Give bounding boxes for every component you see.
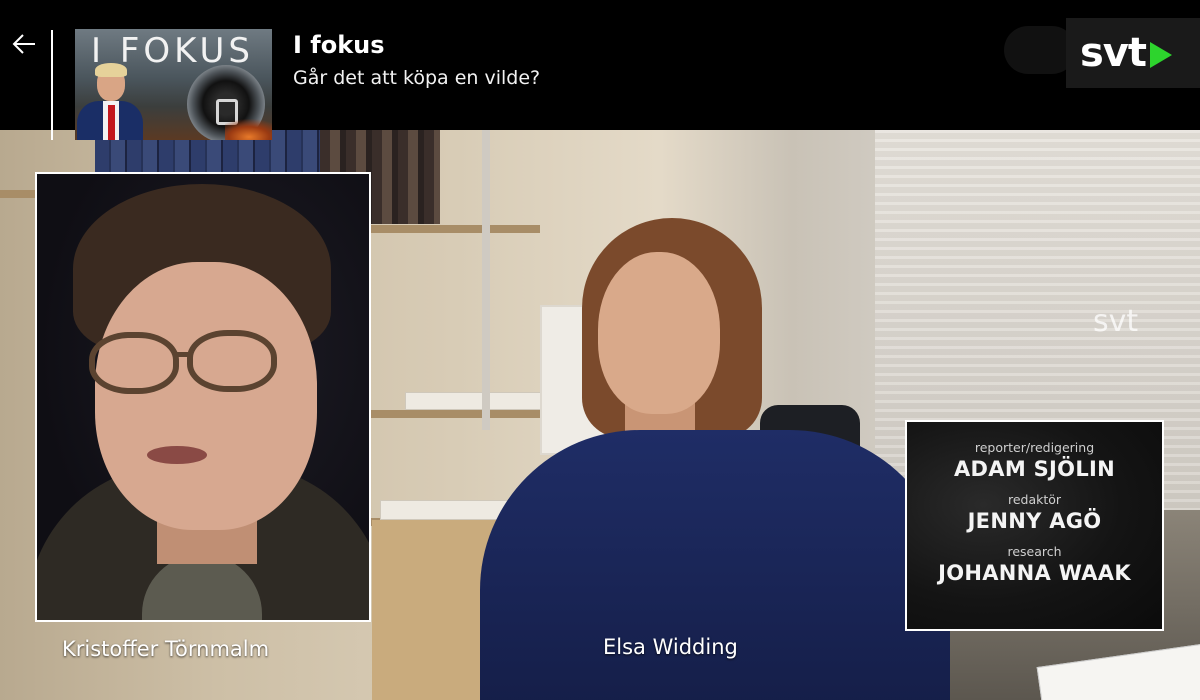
credit-name: JENNY AGÖ <box>967 509 1102 533</box>
svt-logo-text: svt <box>1080 30 1147 76</box>
interviewee-face <box>598 252 720 414</box>
svt-logo: svt <box>1066 18 1200 88</box>
pip-person-mouth <box>147 446 207 464</box>
shelf <box>370 410 540 418</box>
glasses-right-lens <box>187 330 277 392</box>
credit-role: redaktör <box>1007 492 1062 507</box>
svt-watermark: svt <box>1093 304 1139 339</box>
pip-person-face <box>95 262 317 530</box>
credit-name: ADAM SJÖLIN <box>953 457 1115 481</box>
fire-graphic <box>225 119 272 140</box>
play-triangle-icon <box>1150 42 1173 68</box>
main-caption: Elsa Widding <box>603 635 738 659</box>
thumbnail-person-tie <box>108 105 115 140</box>
shelf-rail <box>482 130 490 430</box>
credit-role: research <box>1007 544 1062 559</box>
arrow-left-icon <box>10 30 38 62</box>
pip-caption: Kristoffer Törnmalm <box>62 637 270 661</box>
credit-role: reporter/redigering <box>974 440 1095 455</box>
picture-in-picture <box>35 172 371 622</box>
episode-title: Går det att köpa en vilde? <box>293 67 541 89</box>
credit-name: JOHANNA WAAK <box>938 561 1131 585</box>
program-thumbnail[interactable]: I FOKUS <box>75 29 272 140</box>
show-title: I fokus <box>293 31 385 59</box>
thumbnail-title: I FOKUS <box>91 31 255 71</box>
glasses-left-lens <box>89 332 179 394</box>
paper-stack <box>405 392 545 410</box>
shelf <box>370 225 540 233</box>
credits-box: reporter/redigering ADAM SJÖLIN redaktör… <box>905 420 1164 631</box>
header-divider <box>51 30 53 140</box>
glasses-bridge <box>175 352 191 357</box>
back-button[interactable] <box>4 26 44 66</box>
shelf <box>0 190 40 198</box>
